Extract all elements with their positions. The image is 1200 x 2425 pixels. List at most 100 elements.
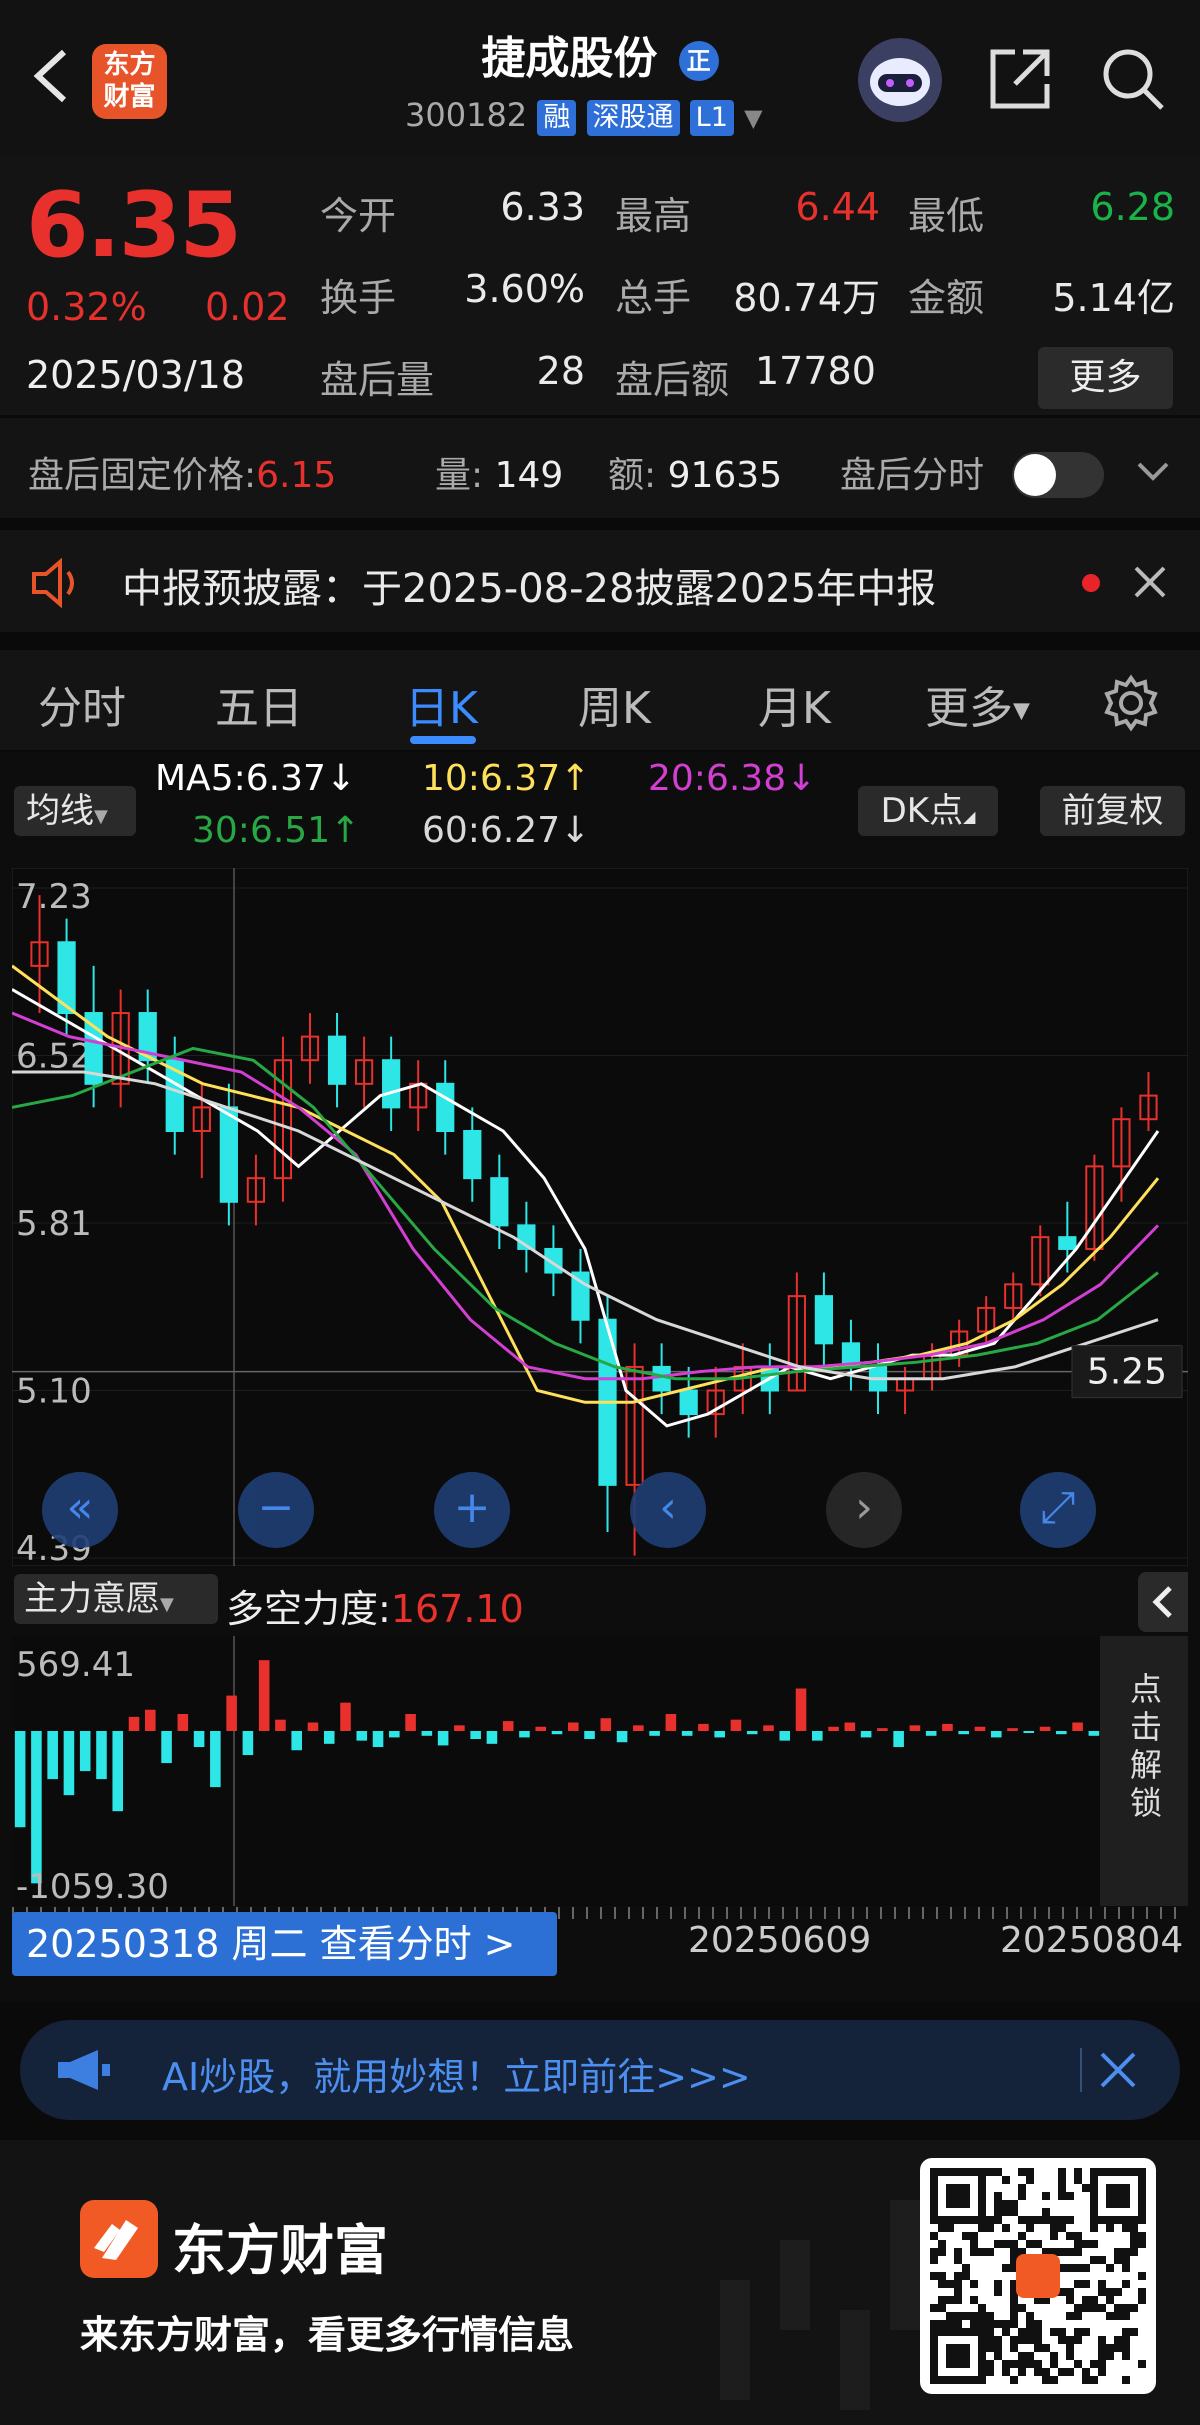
top-nav-bar: 东方 财富 捷成股份 正 300182 融 深股通 L1 ▼: [0, 0, 1200, 155]
tab-daily-k[interactable]: 日K: [405, 672, 478, 736]
indicator-bar: [812, 1731, 823, 1741]
indicator-bar: [112, 1731, 124, 1812]
tag-level: L1: [689, 100, 734, 136]
indicator-bar: [633, 1725, 644, 1731]
indicator-bar: [714, 1731, 725, 1738]
high-value: 6.44: [795, 185, 880, 229]
indicator-bar: [47, 1731, 58, 1780]
ma-caret-icon: ▼: [94, 806, 108, 827]
tab-weekly-k[interactable]: 周K: [578, 672, 651, 736]
indicator-bar: [275, 1719, 286, 1731]
indicator-bar: [193, 1731, 205, 1748]
search-icon[interactable]: [1098, 44, 1168, 114]
open-label: 今开: [320, 194, 397, 238]
ma-selector[interactable]: 均线▼: [14, 786, 136, 836]
indicator-bar: [665, 1714, 677, 1731]
stock-name: 捷成股份: [481, 33, 658, 84]
zoom-in-button[interactable]: +: [434, 1472, 510, 1548]
last-price-label: 5.25: [1087, 1352, 1167, 1393]
next-button[interactable]: ›: [826, 1472, 902, 1548]
fullscreen-button[interactable]: ⤢: [1020, 1472, 1096, 1548]
fixed-price-group: 盘后固定价格:6.15: [28, 446, 336, 498]
tab-monthly-k[interactable]: 月K: [758, 672, 831, 736]
indicator-bar: [389, 1731, 400, 1738]
indicator-bar: [974, 1726, 986, 1731]
volume-label: 总手: [615, 276, 692, 320]
settings-gear-icon[interactable]: [1100, 672, 1162, 734]
unlock-panel[interactable]: 点击解锁: [1100, 1636, 1188, 1906]
view-timeshare-button[interactable]: 20250318 周二 查看分时 >: [12, 1912, 557, 1976]
indicator-bar: [730, 1719, 742, 1731]
indicator-y-top: 569.41: [16, 1645, 135, 1685]
indicator-bar: [616, 1731, 628, 1743]
indicator-bar: [779, 1731, 791, 1741]
indicator-bar: [258, 1660, 270, 1731]
indicator-bar: [96, 1731, 107, 1780]
indicator-bar: [535, 1726, 547, 1731]
indicator-bar: [795, 1688, 807, 1731]
indicator-bar: [340, 1702, 351, 1731]
indicator-bar: [763, 1725, 774, 1731]
high-label: 最高: [615, 194, 692, 238]
ai-close-icon[interactable]: [1080, 2048, 1140, 2092]
quote-date: 2025/03/18: [26, 353, 246, 397]
after-timeshare-toggle[interactable]: [1012, 452, 1104, 498]
indicator-bar: [161, 1731, 172, 1764]
robot-assistant-icon[interactable]: [858, 38, 942, 122]
indicator-selector[interactable]: 主力意愿▼: [14, 1574, 218, 1624]
tab-five-day[interactable]: 五日: [215, 672, 303, 736]
indicator-bar: [356, 1731, 368, 1741]
kline-svg[interactable]: 7.236.525.815.104.395.25: [12, 868, 1188, 1566]
indicator-bar: [958, 1731, 970, 1735]
after-amt-label: 额:: [608, 455, 657, 496]
after-hours-bar: 盘后固定价格:6.15 量: 149 额: 91635 盘后分时: [0, 418, 1200, 518]
dk-point-button[interactable]: DK点◢: [858, 786, 998, 836]
adjust-button[interactable]: 前复权: [1040, 786, 1185, 836]
chevron-down-icon[interactable]: ▼: [744, 104, 762, 132]
fixed-price-label: 盘后固定价格:: [28, 455, 257, 496]
footer-slogan: 来东方财富，看更多行情信息: [80, 2313, 575, 2357]
tab-timeshare[interactable]: 分时: [38, 672, 126, 736]
notice-text: 中报预披露：于2025-08-28披露2025年中报: [122, 566, 937, 612]
prev-button[interactable]: ‹: [630, 1472, 706, 1548]
fixed-price-value: 6.15: [256, 455, 337, 496]
close-icon[interactable]: [1130, 562, 1170, 602]
qr-code[interactable]: [920, 2158, 1156, 2394]
after-amount-value: 17780: [755, 349, 876, 393]
turnover-value: 3.60%: [464, 267, 585, 311]
first-page-button[interactable]: «: [42, 1472, 118, 1548]
after-amt-group: 额: 91635: [608, 446, 782, 498]
footer-brand: 东方财富: [172, 2219, 388, 2282]
ma30-legend: 30:6.51↑: [192, 810, 361, 851]
after-vol-label: 量:: [435, 455, 484, 496]
collapse-chevron-icon[interactable]: [1138, 1572, 1188, 1632]
y-tick-label: 7.23: [16, 877, 92, 917]
ai-promo-bar[interactable]: AI炒股，就用妙想！立即前往>>>: [20, 2020, 1180, 2120]
indicator-bar: [698, 1723, 709, 1731]
indicator-bar: [470, 1731, 481, 1740]
candle-body: [219, 1106, 238, 1203]
period-tabs: 分时 五日 日K 周K 月K 更多▼: [0, 650, 1200, 750]
indicator-bar: [909, 1725, 921, 1731]
candle-body: [463, 1129, 482, 1180]
amount-value: 5.14亿: [1052, 276, 1175, 320]
open-value: 6.33: [500, 185, 585, 229]
verified-badge: 正: [678, 41, 719, 81]
indicator-bar: [860, 1731, 872, 1738]
notice-bar[interactable]: 中报预披露：于2025-08-28披露2025年中报: [0, 530, 1200, 632]
ma-selector-label: 均线: [26, 791, 94, 831]
kline-chart-area[interactable]: 均线▼ MA5:6.37↓ 10:6.37↑ 20:6.38↓ 30:6.51↑…: [0, 752, 1200, 2002]
candle-body: [382, 1059, 401, 1109]
current-price: 6.35: [26, 173, 242, 278]
candle-body: [436, 1082, 455, 1132]
tab-more-caret-icon: ▼: [1013, 698, 1030, 724]
quote-panel: 6.35 0.32% 0.02 2025/03/18 今开 6.33 最高 6.…: [0, 155, 1200, 415]
zoom-out-button[interactable]: −: [238, 1472, 314, 1548]
last-price-tag: 5.25: [1071, 1345, 1183, 1399]
share-icon[interactable]: [985, 44, 1055, 114]
indicator-bar: [323, 1731, 335, 1744]
more-button[interactable]: 更多: [1038, 347, 1173, 409]
indicator-bar: [454, 1725, 465, 1731]
expand-chevron-icon[interactable]: [1135, 456, 1171, 486]
tab-more[interactable]: 更多▼: [925, 672, 1030, 736]
